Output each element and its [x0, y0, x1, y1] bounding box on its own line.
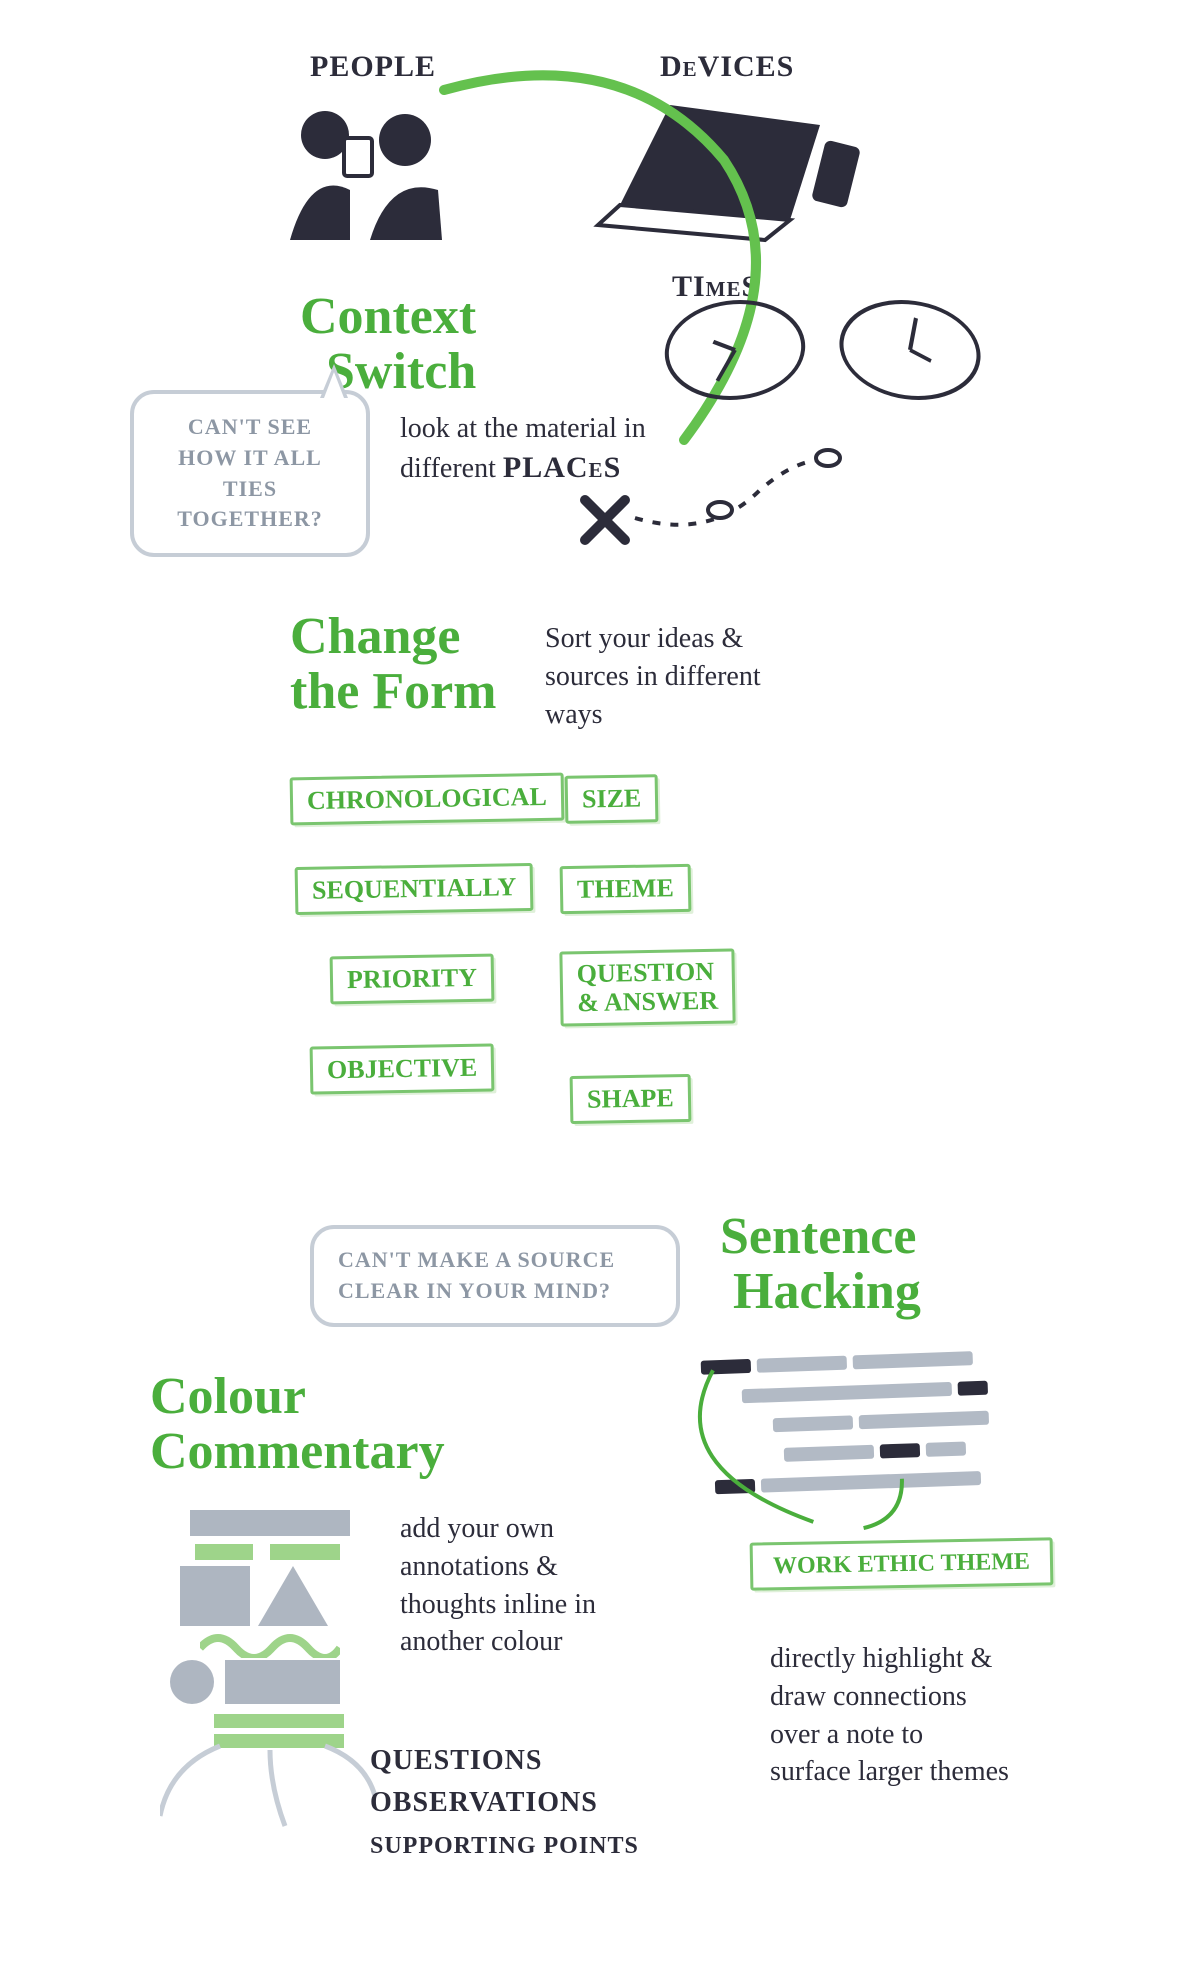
- sentence-hacking-body: directly highlight & draw connections ov…: [770, 1640, 1010, 1791]
- tag-priority: PRIORITY: [330, 954, 495, 1005]
- tag-text: WORK ETHIC THEME: [773, 1549, 1030, 1579]
- tag-sequentially: SEQUENTIALLY: [295, 863, 534, 915]
- commentary-list: QUESTIONS OBSERVATIONS SUPPORTING POINTS: [370, 1740, 639, 1866]
- title-line: Context: [300, 288, 476, 345]
- highlighted-lines-icon: [697, 1344, 1032, 1505]
- tag-line: QUESTION: [576, 957, 714, 988]
- list-item: QUESTIONS: [370, 1745, 542, 1776]
- tag-question-answer: QUESTION & ANSWER: [559, 948, 735, 1026]
- sentence-hacking-title: Sentence Hacking: [720, 1210, 921, 1319]
- title-line: Sentence: [720, 1208, 916, 1265]
- title-line: Hacking: [733, 1263, 921, 1320]
- commentary-shapes-icon: [170, 1510, 390, 1760]
- title-line: Change: [290, 608, 460, 665]
- tag-size: SIZE: [565, 774, 659, 824]
- colour-commentary-title: Colour Commentary: [150, 1370, 445, 1479]
- list-item: OBSERVATIONS: [370, 1787, 598, 1818]
- tag-theme: THEME: [560, 864, 692, 914]
- label-people: PEOPLE: [310, 50, 436, 84]
- bubble-text: CAN'T MAKE A SOURCE CLEAR IN YOUR MIND?: [338, 1247, 615, 1303]
- tag-shape: SHAPE: [570, 1074, 692, 1124]
- tag-objective: OBJECTIVE: [310, 1043, 495, 1094]
- colour-commentary-body: add your own annotations & thoughts inli…: [400, 1510, 640, 1661]
- title-line: Colour: [150, 1368, 306, 1425]
- bubble-clear-mind: CAN'T MAKE A SOURCE CLEAR IN YOUR MIND?: [310, 1225, 680, 1327]
- bubble-ties-together: CAN'T SEE HOW IT ALL TIES TOGETHER?: [130, 390, 370, 557]
- change-form-title: Change the Form: [290, 610, 496, 719]
- tag-chronological: CHRONOLOGICAL: [290, 773, 565, 826]
- tag-work-ethic: WORK ETHIC THEME: [750, 1537, 1054, 1591]
- list-item: SUPPORTING POINTS: [370, 1833, 639, 1859]
- title-line: Commentary: [150, 1423, 445, 1480]
- title-line: the Form: [290, 663, 496, 720]
- change-form-body: Sort your ideas & sources in different w…: [545, 620, 795, 733]
- tag-line: & ANSWER: [577, 985, 718, 1016]
- arc-connector: [424, 60, 844, 460]
- places-trail-icon: [570, 440, 850, 560]
- clock-icon: [831, 300, 989, 400]
- bubble-text: CAN'T SEE HOW IT ALL TIES TOGETHER?: [177, 414, 323, 531]
